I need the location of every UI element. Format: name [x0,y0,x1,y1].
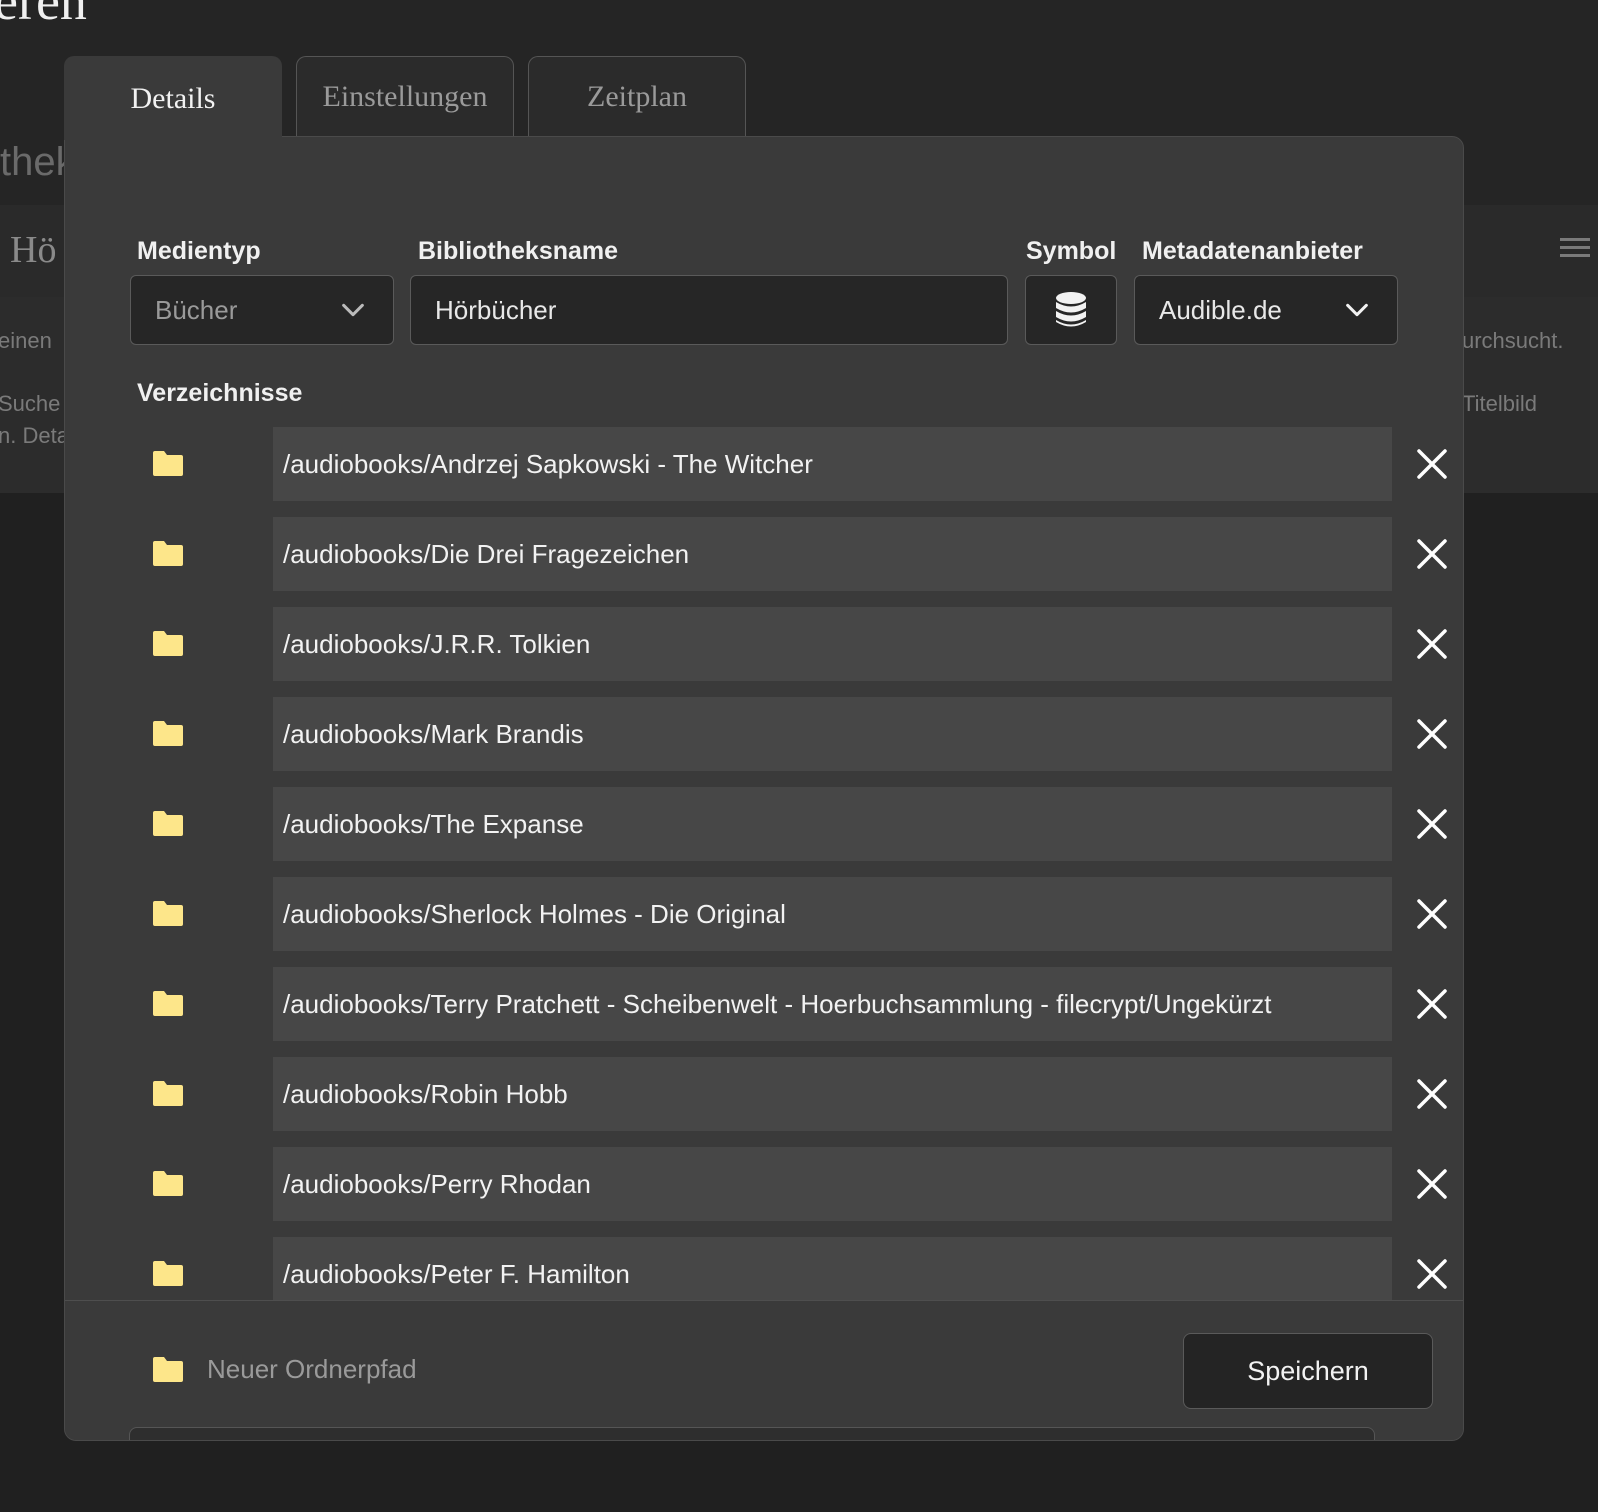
metadata-provider-select[interactable]: Audible.de [1134,275,1398,345]
tab-details[interactable]: Details [64,56,282,140]
library-name-label: Bibliotheksname [418,237,619,265]
directory-path[interactable]: /audiobooks/Robin Hobb [273,1057,1392,1131]
close-icon[interactable] [1413,445,1451,483]
metadata-provider-label: Metadatenanbieter [1142,237,1363,265]
directory-row: /audiobooks/Terry Pratchett - Scheibenwe… [141,967,1447,1041]
background-library-name: Hö [10,229,57,271]
close-icon[interactable] [1413,715,1451,753]
symbol-label: Symbol [1026,237,1117,265]
directory-row: /audiobooks/Mark Brandis [141,697,1447,771]
media-type-value: Bücher [155,294,238,325]
save-button[interactable]: Speichern [1183,1333,1433,1409]
directory-path[interactable]: /audiobooks/Andrzej Sapkowski - The Witc… [273,427,1392,501]
background-text: urchsucht. [1462,328,1564,353]
media-type-label: Medientyp [137,237,261,265]
tab-settings[interactable]: Einstellungen [296,56,514,136]
directory-row: /audiobooks/Die Drei Fragezeichen [141,517,1447,591]
directory-path[interactable]: /audiobooks/Die Drei Fragezeichen [273,517,1392,591]
close-icon[interactable] [1413,1165,1451,1203]
folder-icon [153,541,183,566]
directory-row: /audiobooks/J.R.R. Tolkien [141,607,1447,681]
close-icon[interactable] [1413,895,1451,933]
close-icon[interactable] [1413,625,1451,663]
folder-icon [153,631,183,656]
directory-path[interactable]: /audiobooks/Terry Pratchett - Scheibenwe… [273,967,1392,1041]
media-type-select[interactable]: Bücher [130,275,394,345]
footer-panel-edge [129,1427,1375,1440]
folder-icon [153,1261,183,1286]
close-icon[interactable] [1413,535,1451,573]
folder-icon [153,721,183,746]
background-text: n. Deta [0,423,69,448]
directory-row: /audiobooks/Perry Rhodan [141,1147,1447,1221]
menu-icon [1560,238,1590,262]
tab-schedule[interactable]: Zeitplan [528,56,746,136]
close-icon[interactable] [1413,1255,1451,1293]
directory-path[interactable]: /audiobooks/The Expanse [273,787,1392,861]
close-icon[interactable] [1413,1075,1451,1113]
chevron-down-icon [1346,303,1368,317]
directory-row: /audiobooks/Andrzej Sapkowski - The Witc… [141,427,1447,501]
folder-icon [153,1357,183,1382]
background-page-title: eren [0,0,87,31]
directory-row: /audiobooks/Robin Hobb [141,1057,1447,1131]
symbol-picker[interactable] [1025,275,1117,345]
new-folder-path-input[interactable] [205,1341,1109,1397]
directory-row: /audiobooks/Sherlock Holmes - Die Origin… [141,877,1447,951]
library-name-input[interactable]: Hörbücher [410,275,1008,345]
library-name-value: Hörbücher [435,294,557,325]
folder-icon [153,811,183,836]
modal-footer: Speichern [65,1300,1463,1440]
directory-row: /audiobooks/The Expanse [141,787,1447,861]
close-icon[interactable] [1413,985,1451,1023]
edit-library-modal: Medientyp Bücher Bibliotheksname Hörbüch… [64,136,1464,1441]
chevron-down-icon [342,303,364,317]
folder-icon [153,1171,183,1196]
background-text: Titelbild [1462,391,1537,416]
database-icon [1056,292,1086,327]
background-text: einen [0,328,52,353]
metadata-provider-value: Audible.de [1159,294,1282,325]
directory-path[interactable]: /audiobooks/Sherlock Holmes - Die Origin… [273,877,1392,951]
directory-path[interactable]: /audiobooks/J.R.R. Tolkien [273,607,1392,681]
folder-icon [153,1081,183,1106]
directory-path[interactable]: /audiobooks/Mark Brandis [273,697,1392,771]
directory-path[interactable]: /audiobooks/Perry Rhodan [273,1147,1392,1221]
folder-icon [153,991,183,1016]
close-icon[interactable] [1413,805,1451,843]
folder-icon [153,451,183,476]
folder-icon [153,901,183,926]
background-text: Suche [0,391,61,416]
directories-label: Verzeichnisse [137,379,303,407]
